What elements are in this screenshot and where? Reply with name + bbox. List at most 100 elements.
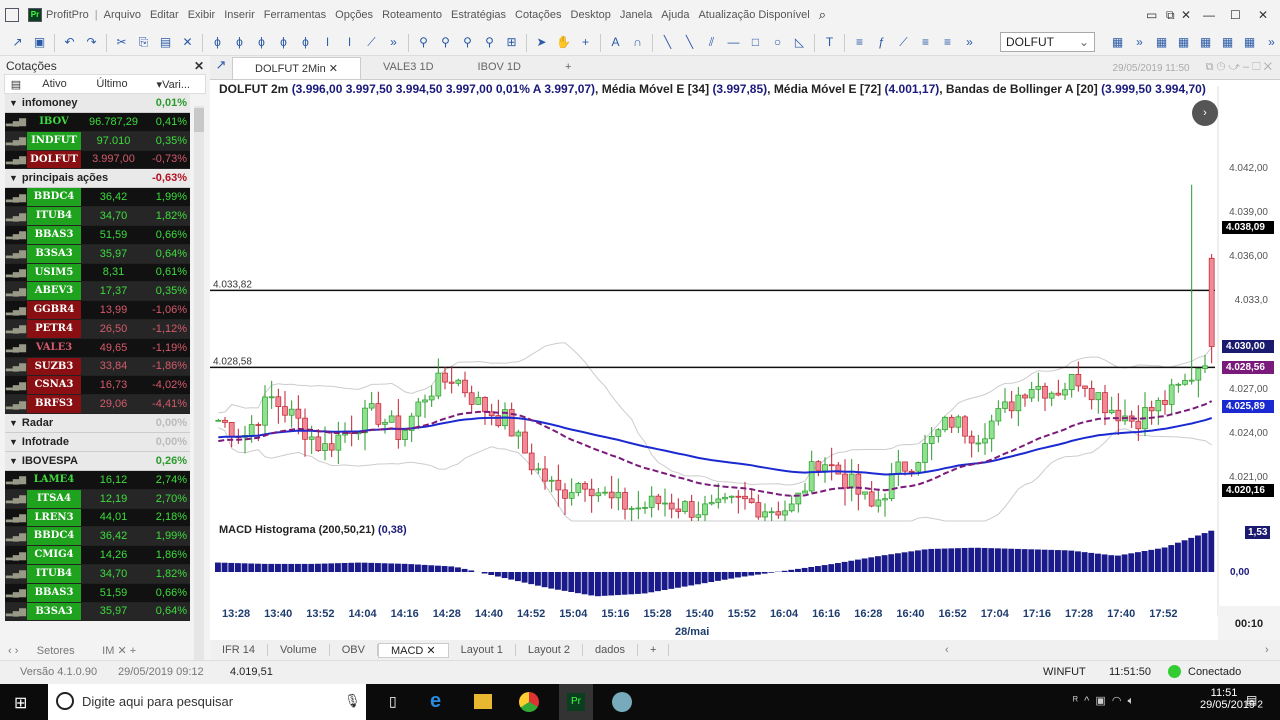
- price-t-icon[interactable]: ϕ: [276, 35, 291, 50]
- close-window-button[interactable]: ✕: [1258, 8, 1268, 22]
- quote-row[interactable]: ▂▄▆ CMIG4 14,26 1,86%: [5, 546, 190, 565]
- add-tab-button[interactable]: +: [543, 57, 593, 79]
- menu-item[interactable]: Ajuda: [661, 9, 689, 21]
- book-icon[interactable]: ▦: [1198, 35, 1213, 50]
- cut-icon[interactable]: ✂: [114, 35, 129, 50]
- ticker[interactable]: ITUB4: [27, 564, 81, 583]
- microphone-icon[interactable]: 🎙︎: [344, 693, 361, 709]
- quote-group[interactable]: ▼ Infotrade 0,00%: [5, 432, 190, 452]
- scroll-right-icon[interactable]: ›: [1265, 644, 1269, 656]
- price-h-icon[interactable]: ϕ: [232, 35, 247, 50]
- quote-row[interactable]: ▂▄▆ LAME4 16,12 2,74%: [5, 470, 190, 490]
- ticker[interactable]: LREN3: [27, 508, 81, 527]
- menu-item[interactable]: Janela: [620, 9, 652, 21]
- quote-row[interactable]: ▂▄▆ ABEV3 17,37 0,35%: [5, 282, 190, 302]
- tab-vale3-1d[interactable]: VALE3 1D: [361, 57, 456, 79]
- delete-icon[interactable]: ✕: [180, 35, 195, 50]
- ticker[interactable]: CSNA3: [27, 376, 81, 395]
- quote-row[interactable]: ▂▄▆ INDFUT 97.010 0,35%: [5, 131, 190, 151]
- windows-start-icon[interactable]: ⊞: [14, 693, 27, 713]
- chrome-icon[interactable]: [519, 692, 539, 712]
- close-icon[interactable]: ✕: [1181, 8, 1191, 22]
- columns-icon[interactable]: ▤: [5, 78, 27, 91]
- tab-ibov-1d[interactable]: IBOV 1D: [456, 57, 543, 79]
- quote-row[interactable]: ▂▄▆ BBAS3 51,59 0,66%: [5, 225, 190, 245]
- price-c-icon[interactable]: ϕ: [298, 35, 313, 50]
- quote-group[interactable]: ▼ infomoney 0,01%: [5, 94, 190, 113]
- fan-icon[interactable]: ⟋: [896, 35, 911, 50]
- trend-line-2-icon[interactable]: ╲: [682, 35, 697, 50]
- scroll-right-button[interactable]: ›: [1192, 100, 1218, 126]
- zoom-minus-icon[interactable]: ⚲: [460, 35, 475, 50]
- ticker[interactable]: ITSA4: [27, 489, 81, 508]
- indicator-tab[interactable]: Layout 1: [449, 644, 516, 656]
- triangle-icon[interactable]: ◺: [792, 35, 807, 50]
- quote-row[interactable]: ▂▄▆ LREN3 44,01 2,18%: [5, 508, 190, 528]
- tab-dolfut-2min[interactable]: DOLFUT 2Min ✕: [232, 57, 361, 79]
- quote-row[interactable]: ▂▄▆ ITSA4 12,19 2,70%: [5, 489, 190, 509]
- file-explorer-icon[interactable]: [474, 694, 492, 709]
- menu-item[interactable]: Estratégias: [451, 9, 506, 21]
- template-icon[interactable]: ▦: [1110, 35, 1125, 50]
- quote-row[interactable]: ▂▄▆ ITUB4 34,70 1,82%: [5, 564, 190, 584]
- ticker[interactable]: INDFUT: [27, 131, 81, 150]
- magnet-icon[interactable]: ∩: [630, 35, 645, 50]
- taskbar-search-input[interactable]: Digite aqui para pesquisar 🎙︎: [48, 684, 366, 720]
- quote-row[interactable]: ▂▄▆ USIM5 8,31 0,61%: [5, 263, 190, 283]
- ticker[interactable]: USIM5: [27, 263, 81, 282]
- indicator-tab[interactable]: OBV: [330, 644, 378, 656]
- quote-row[interactable]: ▂▄▆ CSNA3 16,73 -4,02%: [5, 376, 190, 396]
- col-ultimo[interactable]: Último: [82, 78, 142, 90]
- tray-icons[interactable]: ᴿ ^ ▣ ◠ 🔈︎: [1073, 694, 1134, 708]
- ticker[interactable]: BBAS3: [27, 583, 81, 602]
- search-icon[interactable]: ⌕: [819, 7, 826, 23]
- menu-item[interactable]: Roteamento: [382, 9, 442, 21]
- scroll-left-icon[interactable]: ‹: [945, 644, 949, 656]
- chart-window-controls[interactable]: ⧉ ◷ ⤻ – ☐ ✕: [1198, 61, 1280, 79]
- more-icon[interactable]: »: [1264, 35, 1279, 50]
- ticker[interactable]: BRFS3: [27, 395, 81, 413]
- tab-im[interactable]: IM: [102, 645, 114, 657]
- hand-icon[interactable]: ✋: [556, 35, 571, 50]
- indicator-tab[interactable]: IFR 14: [210, 644, 269, 656]
- rect-icon[interactable]: □: [748, 35, 763, 50]
- ticker[interactable]: GGBR4: [27, 301, 81, 319]
- close-panel-icon[interactable]: ✕: [194, 59, 204, 73]
- ticker[interactable]: ABEV3: [27, 282, 81, 301]
- ticker[interactable]: IBOV: [27, 113, 81, 131]
- menu-item[interactable]: Atualização Disponível: [698, 9, 809, 21]
- quote-row[interactable]: ▂▄▆ PETR4 26,50 -1,12%: [5, 319, 190, 339]
- indicator-tab[interactable]: Volume: [268, 644, 330, 656]
- quote-row[interactable]: ▂▄▆ BBAS3 51,59 0,66%: [5, 583, 190, 603]
- indicator-tab[interactable]: Layout 2: [516, 644, 584, 656]
- symbol-select[interactable]: DOLFUT ⌄: [1000, 32, 1095, 52]
- col-variacao[interactable]: ▾Vari...: [142, 78, 190, 91]
- indicator-tab[interactable]: dados: [583, 644, 639, 656]
- price-p-icon[interactable]: ϕ: [210, 35, 225, 50]
- menu-item[interactable]: Editar: [150, 9, 179, 21]
- price-a-icon[interactable]: ϕ: [254, 35, 269, 50]
- ticker[interactable]: CMIG4: [27, 546, 81, 564]
- pf-icon[interactable]: ▦: [1176, 35, 1191, 50]
- indicator-tab[interactable]: MACD ✕: [377, 642, 449, 658]
- bar-icon[interactable]: ǀ: [320, 35, 335, 50]
- grid-icon[interactable]: ⊞: [504, 35, 519, 50]
- menu-item[interactable]: Inserir: [224, 9, 255, 21]
- quote-group[interactable]: ▼ principais ações -0,63%: [5, 169, 190, 189]
- collapse-icon[interactable]: ▼: [5, 418, 18, 428]
- hline-icon[interactable]: —: [726, 35, 741, 50]
- ticker[interactable]: BBAS3: [27, 225, 81, 244]
- quote-row[interactable]: ▂▄▆ ITUB4 34,70 1,82%: [5, 207, 190, 226]
- add-layout-button[interactable]: +: [638, 644, 670, 656]
- channel-icon[interactable]: ⫽: [704, 35, 719, 50]
- collapse-icon[interactable]: ▼: [5, 98, 18, 108]
- restore-down-icon[interactable]: ⧉: [1166, 8, 1175, 23]
- notification-icon[interactable]: ▤2: [1246, 693, 1263, 710]
- collapse-icon[interactable]: ▼: [5, 173, 18, 183]
- menu-item[interactable]: Ferramentas: [264, 9, 326, 21]
- clock5-icon[interactable]: ▦: [1242, 35, 1257, 50]
- quote-row[interactable]: ▂▄▆ B3SA3 35,97 0,64%: [5, 244, 190, 264]
- ticker[interactable]: SUZB3: [27, 357, 81, 376]
- zoom-fit-icon[interactable]: ⚲: [482, 35, 497, 50]
- profit-taskbar-icon[interactable]: Pr: [559, 684, 593, 720]
